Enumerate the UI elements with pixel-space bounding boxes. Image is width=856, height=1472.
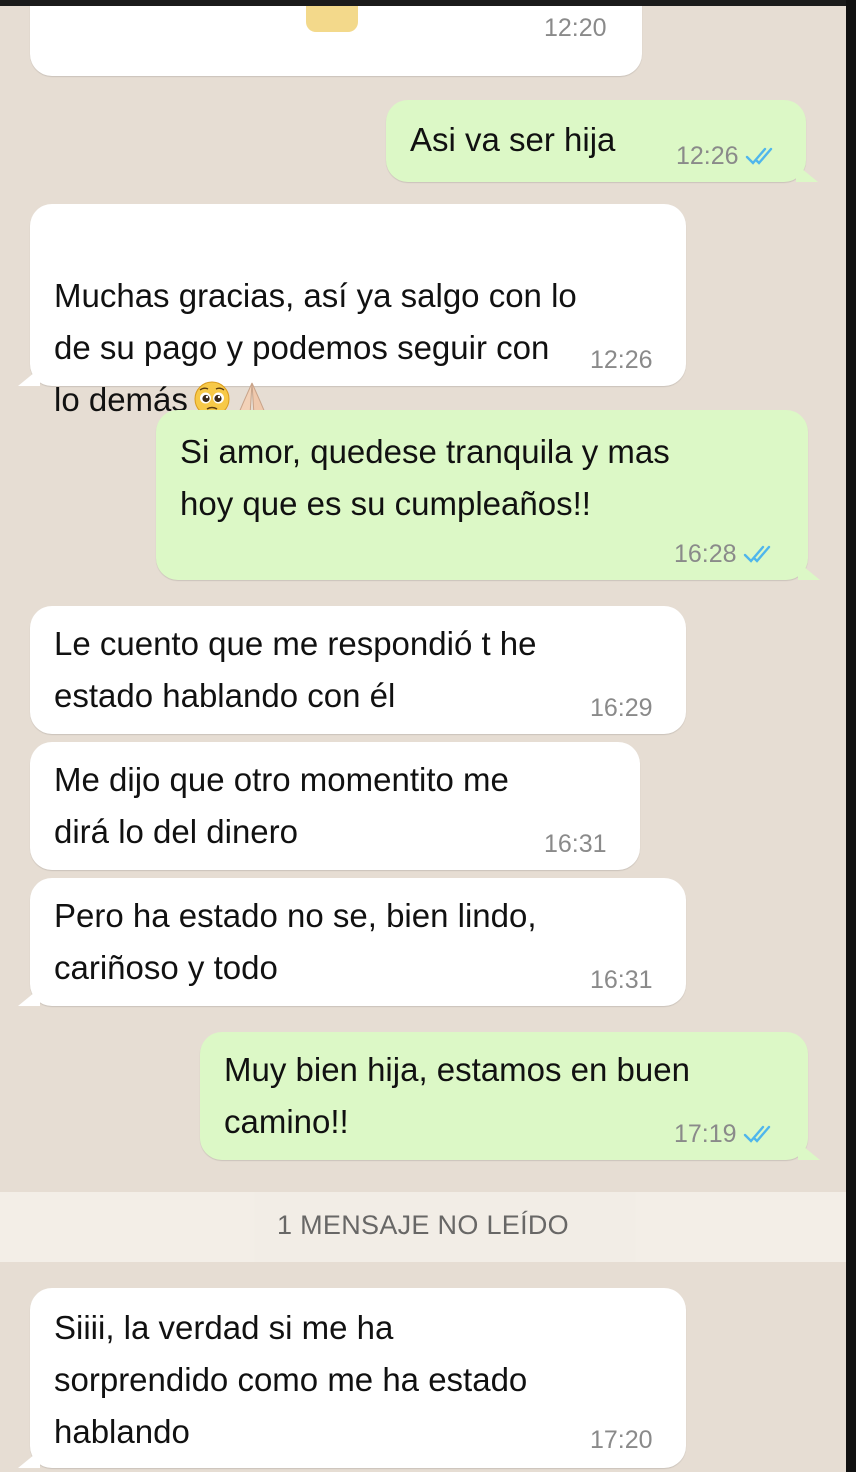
sticker-fragment [306,6,358,32]
message-timestamp: 16:31 [544,830,607,858]
message-text: Muy bien hija, estamos en buen camino!! [224,1051,690,1140]
frame-edge [846,0,856,1472]
bubble-tail [798,1142,820,1160]
read-receipt-icon [743,1125,770,1143]
message-timestamp: 12:20 [544,14,607,42]
message-text: Si amor, quedese tranquila y mas hoy que… [180,433,670,522]
unread-divider-label: 1 MENSAJE NO LEÍDO [277,1210,569,1240]
incoming-message[interactable]: 12:20 [30,6,642,76]
incoming-message[interactable]: Me dijo que otro momentito me dirá lo de… [30,742,640,870]
incoming-message[interactable]: Muchas gracias, así ya salgo con lo de s… [18,204,686,418]
read-receipt-icon [743,545,770,563]
bubble-tail [18,988,40,1006]
bubble-tail [798,562,820,580]
message-text: Pero ha estado no se, bien lindo, cariño… [54,897,537,986]
bubble-tail [18,368,40,386]
message-text: Muchas gracias, así ya salgo con lo de s… [54,218,577,426]
chat-area: 12:20 Asi va ser hija 12:26 Muchas graci… [0,6,846,1472]
bubble-tail [796,164,818,182]
message-timestamp: 12:26 [590,346,653,374]
unread-divider: 1 MENSAJE NO LEÍDO [0,1192,846,1262]
message-body: Muchas gracias, así ya salgo con lo de s… [54,277,577,418]
incoming-message[interactable]: Pero ha estado no se, bien lindo, cariño… [18,878,686,1006]
message-timestamp: 16:28 [674,540,777,569]
read-receipt-icon [745,147,772,165]
outgoing-message[interactable]: Asi va ser hija 12:26 [386,100,818,182]
message-text: Siiii, la verdad si me ha sorprendido co… [54,1309,528,1450]
incoming-message[interactable]: Siiii, la verdad si me ha sorprendido co… [18,1288,686,1468]
outgoing-message[interactable]: Si amor, quedese tranquila y mas hoy que… [156,410,820,580]
bubble-tail [18,1450,40,1468]
message-time: 17:19 [674,1120,737,1148]
message-timestamp: 17:19 [674,1120,777,1149]
message-text: Le cuento que me respondió t he estado h… [54,625,537,714]
message-timestamp: 16:29 [590,694,653,722]
message-time: 16:28 [674,540,737,568]
message-timestamp: 16:31 [590,966,653,994]
outgoing-message[interactable]: Muy bien hija, estamos en buen camino!! … [200,1032,820,1160]
message-timestamp: 12:26 [676,142,779,171]
message-text: Asi va ser hija [410,121,616,158]
message-timestamp: 17:20 [590,1426,653,1454]
message-text: Me dijo que otro momentito me dirá lo de… [54,761,509,850]
message-time: 12:26 [676,142,739,170]
incoming-message[interactable]: Le cuento que me respondió t he estado h… [30,606,686,734]
